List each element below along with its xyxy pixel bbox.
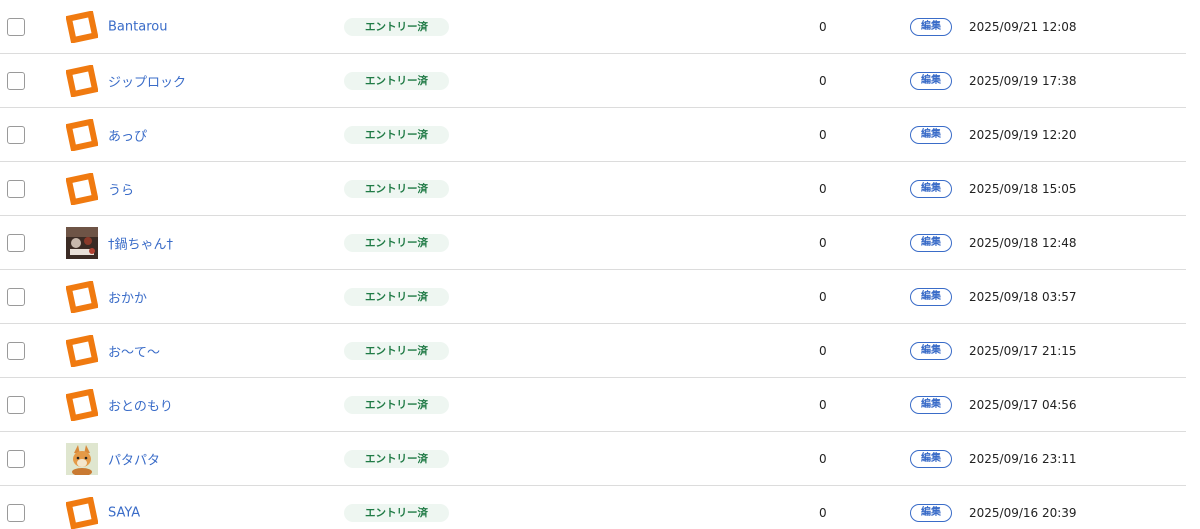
table-row: ジップロック エントリー済 0 編集 2025/09/19 17:38: [0, 54, 1186, 108]
row-checkbox[interactable]: [7, 125, 25, 144]
edit-button[interactable]: 編集: [910, 395, 952, 414]
status-badge: エントリー済: [344, 341, 449, 360]
table-row: お〜て〜 エントリー済 0 編集 2025/09/17 21:15: [0, 324, 1186, 378]
entry-date: 2025/09/18 03:57: [969, 289, 1077, 304]
table-row: Bantarou エントリー済 0 編集 2025/09/21 12:08: [0, 0, 1186, 54]
status-badge: エントリー済: [344, 449, 449, 468]
illustration-avatar-fox: [66, 442, 98, 475]
user-name-link[interactable]: あっぴ: [108, 125, 147, 144]
status-badge: エントリー済: [344, 503, 449, 522]
table-row: おとのもり エントリー済 0 編集 2025/09/17 04:56: [0, 378, 1186, 432]
count-value: 0: [819, 451, 827, 466]
row-checkbox[interactable]: [7, 449, 25, 468]
user-name-link[interactable]: SAYA: [108, 505, 140, 520]
edit-button[interactable]: 編集: [910, 179, 952, 198]
count-value: 0: [819, 343, 827, 358]
default-orange-avatar-icon: [66, 388, 98, 421]
default-orange-avatar-icon: [66, 64, 98, 97]
entry-list: Bantarou エントリー済 0 編集 2025/09/21 12:08 ジッ…: [0, 0, 1186, 529]
user-name-link[interactable]: うら: [108, 179, 134, 198]
entry-date: 2025/09/19 12:20: [969, 127, 1077, 142]
edit-button[interactable]: 編集: [910, 233, 952, 252]
table-row: パタパタ エントリー済 0 編集 2025/09/16 23:11: [0, 432, 1186, 486]
row-checkbox[interactable]: [7, 341, 25, 360]
edit-button[interactable]: 編集: [910, 71, 952, 90]
edit-button[interactable]: 編集: [910, 17, 952, 36]
default-orange-avatar-icon: [66, 118, 98, 151]
entry-date: 2025/09/16 23:11: [969, 451, 1077, 466]
count-value: 0: [819, 235, 827, 250]
user-name-link[interactable]: おかか: [108, 287, 147, 306]
entry-date: 2025/09/16 20:39: [969, 505, 1077, 520]
default-orange-avatar-icon: [66, 496, 98, 529]
user-name-link[interactable]: ジップロック: [108, 71, 186, 90]
edit-button[interactable]: 編集: [910, 341, 952, 360]
user-name-link[interactable]: パタパタ: [108, 449, 160, 468]
entry-date: 2025/09/19 17:38: [969, 73, 1077, 88]
row-checkbox[interactable]: [7, 395, 25, 414]
count-value: 0: [819, 505, 827, 520]
edit-button[interactable]: 編集: [910, 503, 952, 522]
table-row: おかか エントリー済 0 編集 2025/09/18 03:57: [0, 270, 1186, 324]
table-row: あっぴ エントリー済 0 編集 2025/09/19 12:20: [0, 108, 1186, 162]
row-checkbox[interactable]: [7, 287, 25, 306]
default-orange-avatar-icon: [66, 172, 98, 205]
user-name-link[interactable]: Bantarou: [108, 19, 167, 34]
entry-date: 2025/09/21 12:08: [969, 19, 1077, 34]
edit-button[interactable]: 編集: [910, 287, 952, 306]
count-value: 0: [819, 397, 827, 412]
status-badge: エントリー済: [344, 179, 449, 198]
table-row: SAYA エントリー済 0 編集 2025/09/16 20:39: [0, 486, 1186, 529]
entry-date: 2025/09/17 04:56: [969, 397, 1077, 412]
entry-date: 2025/09/17 21:15: [969, 343, 1077, 358]
status-badge: エントリー済: [344, 287, 449, 306]
edit-button[interactable]: 編集: [910, 125, 952, 144]
status-badge: エントリー済: [344, 71, 449, 90]
default-orange-avatar-icon: [66, 334, 98, 367]
row-checkbox[interactable]: [7, 17, 25, 36]
count-value: 0: [819, 289, 827, 304]
count-value: 0: [819, 127, 827, 142]
photo-avatar-dark: [66, 226, 98, 259]
row-checkbox[interactable]: [7, 503, 25, 522]
status-badge: エントリー済: [344, 17, 449, 36]
user-name-link[interactable]: お〜て〜: [108, 341, 160, 360]
default-orange-avatar-icon: [66, 280, 98, 313]
default-orange-avatar-icon: [66, 10, 98, 43]
entry-date: 2025/09/18 12:48: [969, 235, 1077, 250]
status-badge: エントリー済: [344, 395, 449, 414]
table-row: うら エントリー済 0 編集 2025/09/18 15:05: [0, 162, 1186, 216]
row-checkbox[interactable]: [7, 71, 25, 90]
edit-button[interactable]: 編集: [910, 449, 952, 468]
count-value: 0: [819, 73, 827, 88]
user-name-link[interactable]: おとのもり: [108, 395, 173, 414]
status-badge: エントリー済: [344, 125, 449, 144]
row-checkbox[interactable]: [7, 233, 25, 252]
count-value: 0: [819, 19, 827, 34]
count-value: 0: [819, 181, 827, 196]
entry-date: 2025/09/18 15:05: [969, 181, 1077, 196]
status-badge: エントリー済: [344, 233, 449, 252]
user-name-link[interactable]: †鍋ちゃん†: [108, 233, 173, 252]
row-checkbox[interactable]: [7, 179, 25, 198]
table-row: †鍋ちゃん† エントリー済 0 編集 2025/09/18 12:48: [0, 216, 1186, 270]
